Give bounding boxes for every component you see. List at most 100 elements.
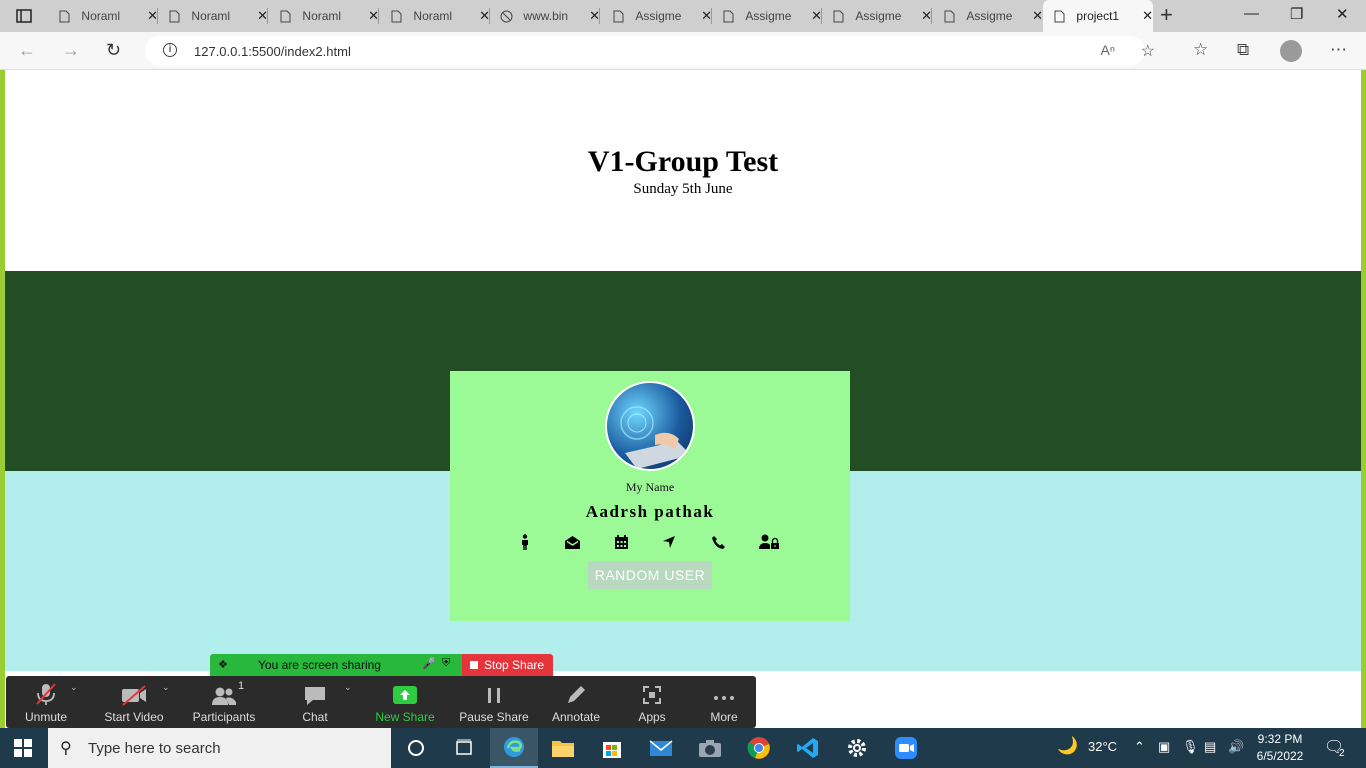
browser-tab[interactable]: Noraml ✕ [269, 0, 379, 32]
audio-options-chevron-icon[interactable]: ⌄ [70, 682, 78, 693]
browser-tab[interactable]: Noraml ✕ [380, 0, 490, 32]
temperature[interactable]: 32°C [1088, 739, 1117, 754]
task-view-icon[interactable] [440, 728, 488, 768]
clock-date: 6/5/2022 [1256, 749, 1304, 763]
forward-arrow-icon[interactable]: → [62, 40, 80, 61]
start-video-label: Start Video [104, 710, 164, 724]
tab-close-icon[interactable]: ✕ [1032, 8, 1043, 24]
browser-tab[interactable]: Assigme ✕ [602, 0, 712, 32]
taskbar-search[interactable]: ⚲ Type here to search [48, 728, 391, 768]
tab-close-icon[interactable]: ✕ [1142, 8, 1153, 24]
tab-label: Assigme [745, 9, 792, 23]
new-share-button[interactable]: New Share [372, 676, 438, 728]
profile-avatar[interactable] [1280, 40, 1302, 62]
vscode-icon[interactable] [784, 728, 832, 768]
participants-button[interactable]: Participants [190, 676, 258, 728]
volume-icon[interactable]: 🔊 [1228, 739, 1244, 755]
minimize-icon[interactable]: — [1244, 5, 1259, 22]
browser-tab[interactable]: Noraml ✕ [158, 0, 268, 32]
tab-close-icon[interactable]: ✕ [479, 8, 490, 24]
person-icon[interactable] [514, 531, 536, 553]
taskbar-clock[interactable]: 9:32 PM 6/5/2022 [1254, 731, 1306, 765]
screen-sharing-banner[interactable]: ❖ You are screen sharing 🎤 ⛨ [210, 654, 462, 676]
more-button[interactable]: More [702, 676, 746, 728]
calendar-icon[interactable] [610, 531, 632, 553]
browser-tab[interactable]: Assigme ✕ [822, 0, 932, 32]
settings-more-icon[interactable]: ⋯ [1330, 40, 1347, 60]
random-user-button[interactable]: RANDOM USER [588, 561, 712, 589]
video-options-chevron-icon[interactable]: ⌄ [162, 682, 170, 693]
tab-label: Assigme [855, 9, 902, 23]
restore-icon[interactable]: ❐ [1290, 5, 1303, 23]
tab-close-icon[interactable]: ✕ [589, 8, 600, 24]
collections-icon[interactable]: ⧉ [1237, 40, 1249, 60]
mail-icon[interactable] [637, 728, 685, 768]
page-icon [943, 9, 956, 23]
add-favorite-icon[interactable]: ☆ [1141, 41, 1155, 61]
stop-share-button[interactable]: Stop Share [462, 654, 553, 676]
annotate-button[interactable]: Annotate [546, 676, 606, 728]
new-tab-button[interactable]: + [1160, 2, 1173, 28]
window-close-icon[interactable]: ✕ [1336, 5, 1349, 23]
pause-share-label: Pause Share [459, 710, 529, 724]
tab-close-icon[interactable]: ✕ [811, 8, 822, 24]
tab-close-icon[interactable]: ✕ [147, 8, 158, 24]
cortana-icon[interactable] [392, 728, 440, 768]
user-card: My Name Aadrsh pathak RANDOM USER [450, 371, 850, 621]
tab-close-icon[interactable]: ✕ [921, 8, 932, 24]
address-bar[interactable]: i 127.0.0.1:5500/index2.html Aⁿ ☆ [145, 36, 1155, 66]
page-icon [722, 9, 735, 23]
microphone-tray-icon[interactable]: 🎙 [1182, 739, 1199, 755]
chat-button[interactable]: Chat [290, 676, 340, 728]
apps-button[interactable]: Apps [630, 676, 674, 728]
settings-gear-icon[interactable] [833, 728, 881, 768]
edge-browser-icon[interactable] [490, 728, 538, 768]
weather-moon-icon[interactable]: 🌙 [1057, 736, 1078, 756]
page-icon [168, 9, 181, 23]
favorites-icon[interactable]: ☆ [1193, 40, 1208, 60]
tab-close-icon[interactable]: ✕ [257, 8, 268, 24]
refresh-icon[interactable]: ↻ [106, 40, 121, 61]
address-url[interactable]: 127.0.0.1:5500/index2.html [194, 44, 351, 59]
drag-handle-icon[interactable]: ❖ [218, 658, 228, 671]
video-off-icon [102, 676, 166, 706]
user-avatar [605, 381, 695, 471]
read-aloud-icon[interactable]: Aⁿ [1101, 42, 1115, 58]
browser-tab[interactable]: Assigme ✕ [933, 0, 1043, 32]
microsoft-store-icon[interactable] [588, 728, 636, 768]
location-arrow-icon[interactable] [658, 531, 680, 553]
browser-tab[interactable]: www.bin ✕ [490, 0, 600, 32]
browser-tab-active[interactable]: project1 ✕ [1043, 0, 1153, 32]
windows-taskbar: ⚲ Type here to search 🌙 32°C ⌃ ▣ 🎙 ▤ 🔊 9… [0, 728, 1366, 768]
pause-share-button[interactable]: Pause Share [458, 676, 530, 728]
tray-chevron-up-icon[interactable]: ⌃ [1134, 739, 1145, 755]
file-explorer-icon[interactable] [539, 728, 587, 768]
site-info-icon[interactable]: i [163, 43, 177, 57]
browser-tab[interactable]: Noraml ✕ [48, 0, 158, 32]
phone-icon[interactable] [707, 531, 729, 553]
tab-bar: Noraml ✕ Noraml ✕ Noraml ✕ Noraml ✕ www.… [0, 0, 1366, 32]
chat-options-chevron-icon[interactable]: ⌄ [344, 682, 352, 693]
apps-label: Apps [638, 710, 666, 724]
user-lock-icon[interactable] [758, 531, 780, 553]
apps-icon [630, 676, 674, 706]
back-arrow-icon[interactable]: ← [18, 40, 36, 61]
participants-count: 1 [238, 680, 245, 692]
chat-icon [290, 676, 340, 706]
tab-close-icon[interactable]: ✕ [701, 8, 712, 24]
search-icon: ⚲ [60, 740, 72, 757]
camera-icon[interactable] [686, 728, 734, 768]
stop-share-label: Stop Share [484, 658, 545, 672]
unmute-button[interactable]: Unmute [16, 676, 76, 728]
windows-start-icon[interactable] [14, 739, 32, 762]
tab-close-icon[interactable]: ✕ [368, 8, 379, 24]
stop-icon [470, 661, 478, 669]
network-icon[interactable]: ▤ [1204, 739, 1216, 755]
start-video-button[interactable]: Start Video [102, 676, 166, 728]
zoom-tray-icon[interactable]: ▣ [1158, 739, 1170, 755]
browser-tab[interactable]: Assigme ✕ [712, 0, 822, 32]
zoom-app-icon[interactable] [882, 728, 930, 768]
envelope-icon[interactable] [561, 531, 583, 553]
tab-actions-button[interactable] [6, 4, 42, 28]
chrome-icon[interactable] [735, 728, 783, 768]
